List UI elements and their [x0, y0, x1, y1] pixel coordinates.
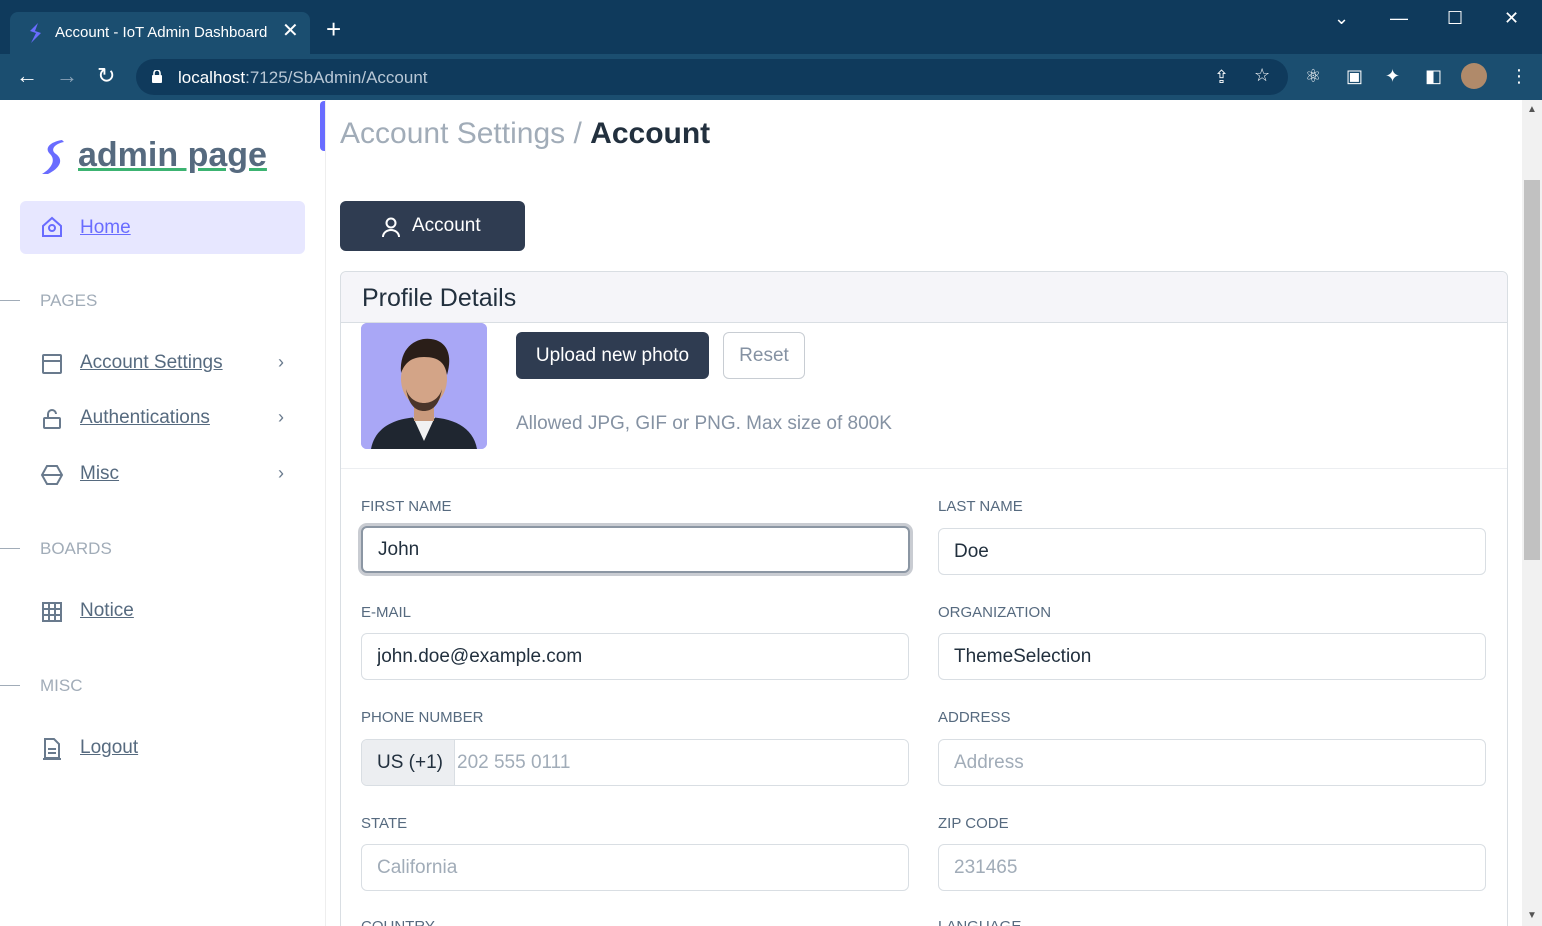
brand-name: admin page: [78, 136, 267, 174]
brand-logo-icon: [42, 140, 64, 174]
bookmark-star-icon[interactable]: ☆: [1254, 65, 1270, 86]
page-title: Account: [590, 117, 711, 150]
sidebar-item-home[interactable]: Home: [20, 201, 305, 254]
maximize-icon[interactable]: ☐: [1447, 8, 1463, 29]
last-name-label: LAST NAME: [938, 498, 1023, 515]
tab-title: Account - IoT Admin Dashboard: [55, 24, 268, 41]
section-header-boards: BOARDS: [40, 539, 112, 558]
zip-code-label: ZIP CODE: [938, 815, 1009, 832]
browser-tab[interactable]: Account - IoT Admin Dashboard ✕: [10, 12, 310, 54]
scroll-up-icon[interactable]: ▲: [1527, 104, 1537, 115]
react-devtools-icon[interactable]: ⚛: [1305, 66, 1321, 87]
table-icon: [42, 602, 62, 622]
reset-button[interactable]: Reset: [723, 332, 805, 379]
sidebar-item-label: Notice: [80, 600, 134, 621]
scroll-down-icon[interactable]: ▼: [1527, 910, 1537, 921]
organization-label: ORGANIZATION: [938, 604, 1052, 621]
user-icon: [382, 217, 400, 238]
document-icon: [43, 738, 61, 760]
sidebar-item-label: Authentications: [80, 407, 210, 428]
email-input[interactable]: [361, 633, 909, 680]
section-header-pages: PAGES: [40, 291, 98, 310]
upload-photo-button[interactable]: Upload new photo: [516, 332, 709, 379]
tab-label: Account: [412, 215, 481, 236]
section-divider: [0, 300, 20, 301]
country-label: COUNTRY: [361, 918, 435, 926]
tab-account[interactable]: Account: [340, 201, 525, 251]
lock-icon: [152, 70, 162, 83]
first-name-label: FIRST NAME: [361, 498, 452, 515]
card-title: Profile Details: [362, 284, 517, 312]
phone-label: PHONE NUMBER: [361, 709, 484, 726]
tab-search-icon[interactable]: ⌄: [1334, 8, 1349, 29]
sidebar-item-logout[interactable]: Logout: [40, 735, 290, 765]
section-divider: [0, 548, 20, 549]
last-name-input[interactable]: [938, 528, 1486, 575]
chevron-right-icon: ›: [278, 407, 284, 427]
share-icon[interactable]: ⇪: [1214, 67, 1229, 88]
active-indicator: [320, 101, 325, 151]
home-icon: [42, 216, 62, 237]
phone-input-group: US (+1): [361, 739, 909, 786]
address-bar[interactable]: localhost:7125/SbAdmin/Account ⇪ ☆: [136, 59, 1288, 95]
breadcrumb: Account Settings / Account: [340, 117, 710, 151]
app-favicon-icon: [30, 23, 41, 43]
window-close-icon[interactable]: ✕: [1504, 8, 1519, 29]
tab-close-icon[interactable]: ✕: [282, 20, 299, 42]
sidebar-item-label: Logout: [80, 737, 139, 758]
email-label: E-MAIL: [361, 604, 412, 621]
chevron-right-icon: ›: [278, 352, 284, 372]
card-header: Profile Details: [341, 272, 1507, 323]
browser-toolbar: ← → ↻ localhost:7125/SbAdmin/Account ⇪ ☆…: [0, 54, 1542, 100]
scrollbar-thumb[interactable]: [1524, 180, 1540, 560]
profile-avatar[interactable]: [1461, 63, 1487, 89]
reload-icon[interactable]: ↻: [97, 64, 115, 88]
section-header-misc: MISC: [40, 676, 83, 695]
media-extension-icon[interactable]: ▣: [1346, 66, 1363, 87]
chrome-menu-icon[interactable]: ⋮: [1510, 66, 1528, 87]
phone-country-code[interactable]: US (+1): [362, 740, 455, 785]
zip-code-input[interactable]: [938, 844, 1486, 891]
divider: [341, 468, 1507, 469]
avatar-image: [361, 323, 487, 449]
state-input[interactable]: [361, 844, 909, 891]
sidebar-item-authentications[interactable]: Authentications ›: [40, 405, 290, 435]
phone-input[interactable]: [455, 740, 908, 785]
side-panel-icon[interactable]: ◧: [1425, 66, 1442, 87]
sidebar: admin page Home PAGES Account Settings ›…: [0, 100, 326, 926]
layout-icon: [42, 354, 62, 374]
new-tab-button[interactable]: +: [326, 16, 341, 42]
sidebar-item-misc[interactable]: Misc ›: [40, 461, 290, 491]
section-divider: [0, 685, 20, 686]
state-label: STATE: [361, 815, 408, 832]
address-input[interactable]: [938, 739, 1486, 786]
browser-tab-bar: Account - IoT Admin Dashboard ✕ + ⌄ — ☐ …: [0, 0, 1542, 54]
breadcrumb-parent[interactable]: Account Settings /: [340, 117, 582, 150]
first-name-input[interactable]: [361, 526, 910, 573]
sidebar-item-label: Misc: [80, 463, 120, 484]
minimize-icon[interactable]: —: [1390, 8, 1408, 29]
forward-icon[interactable]: →: [56, 64, 78, 88]
main-content: Account Settings / Account Account Profi…: [326, 100, 1522, 926]
profile-details-card: Profile Details Upload new photo Reset A…: [340, 271, 1508, 926]
brand-logo[interactable]: admin page: [40, 136, 267, 176]
lock-icon: [43, 409, 61, 429]
language-label: LANGUAGE: [938, 918, 1021, 926]
avatar: [361, 323, 487, 449]
url-text[interactable]: localhost:7125/SbAdmin/Account: [178, 68, 428, 88]
chevron-right-icon: ›: [278, 463, 284, 483]
cube-icon: [40, 465, 64, 485]
sidebar-item-label: Home: [80, 217, 131, 238]
upload-hint: Allowed JPG, GIF or PNG. Max size of 800…: [516, 413, 892, 434]
organization-input[interactable]: [938, 633, 1486, 680]
sidebar-item-label: Account Settings: [80, 352, 223, 373]
page-scrollbar[interactable]: ▲ ▼: [1522, 100, 1542, 926]
extensions-puzzle-icon[interactable]: ✦: [1385, 66, 1400, 87]
back-icon[interactable]: ←: [16, 64, 38, 88]
address-label: ADDRESS: [938, 709, 1011, 726]
sidebar-item-notice[interactable]: Notice: [40, 598, 290, 628]
sidebar-item-account-settings[interactable]: Account Settings ›: [40, 350, 290, 380]
